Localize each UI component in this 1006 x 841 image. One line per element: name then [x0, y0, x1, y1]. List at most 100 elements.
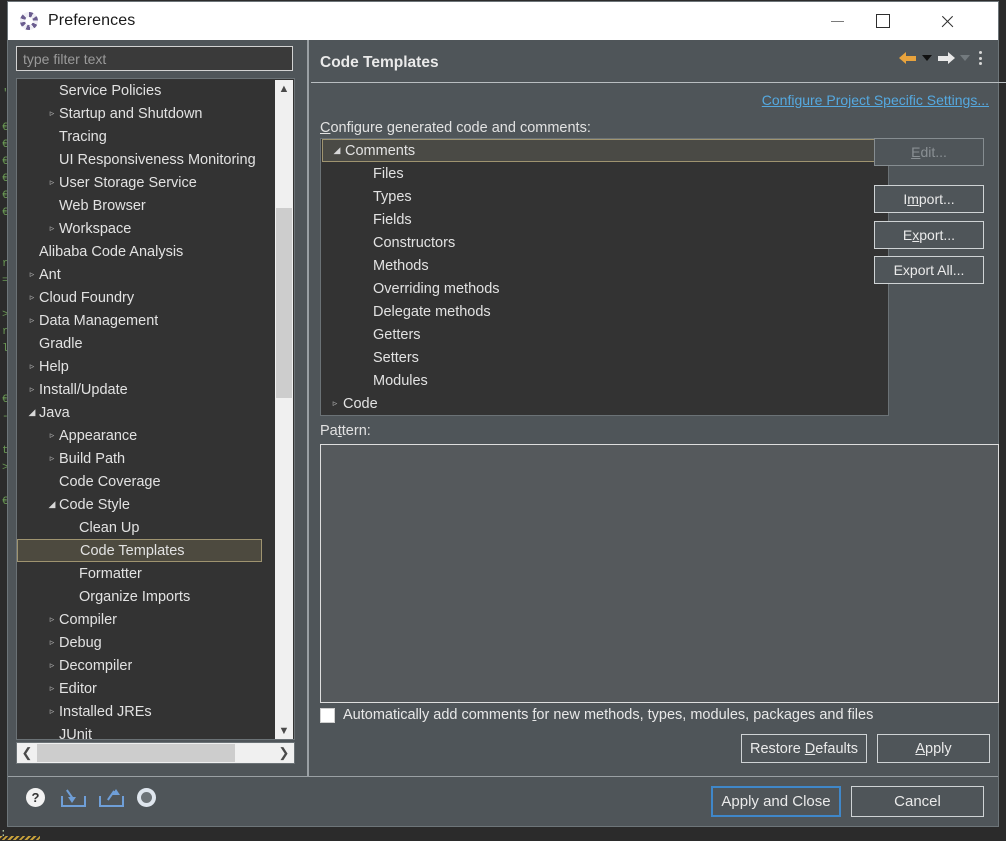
collapsed-arrow-icon[interactable]: ▹ — [25, 361, 39, 372]
template-row-modules[interactable]: Modules — [321, 369, 888, 392]
edit-button[interactable]: Edit... — [874, 138, 984, 166]
collapsed-arrow-icon[interactable]: ▹ — [25, 315, 39, 326]
import-button[interactable]: Import... — [874, 185, 984, 213]
expanded-arrow-icon[interactable]: ◢ — [329, 145, 345, 156]
collapsed-arrow-icon[interactable]: ▹ — [45, 223, 59, 234]
collapsed-arrow-icon[interactable]: ▹ — [25, 292, 39, 303]
sidebar-item-clean-up[interactable]: Clean Up — [17, 516, 262, 539]
template-row-types[interactable]: Types — [321, 185, 888, 208]
tree-scrollbar-thumb[interactable] — [276, 208, 292, 398]
filter-input[interactable]: type filter text — [16, 46, 293, 71]
template-row-setters[interactable]: Setters — [321, 346, 888, 369]
scroll-left-button[interactable]: ❮ — [17, 745, 37, 761]
template-row-code[interactable]: ▹ Code — [321, 392, 888, 415]
gear-icon[interactable] — [137, 788, 156, 807]
sidebar-item-java[interactable]: ◢ Java — [17, 401, 262, 424]
collapsed-arrow-icon[interactable]: ▹ — [45, 453, 59, 464]
sidebar-item-help[interactable]: ▹ Help — [17, 355, 262, 378]
close-button[interactable] — [924, 2, 970, 40]
back-arrow-icon[interactable] — [899, 50, 917, 66]
back-dropdown-icon[interactable] — [922, 55, 932, 61]
minimize-button[interactable] — [814, 2, 860, 40]
sidebar-item-tracing[interactable]: Tracing — [17, 125, 262, 148]
collapsed-arrow-icon[interactable]: ▹ — [45, 660, 59, 671]
export-button[interactable]: Export... — [874, 221, 984, 249]
sidebar-item-junit[interactable]: JUnit — [17, 723, 262, 740]
auto-comments-checkbox[interactable] — [320, 707, 335, 723]
scroll-right-button[interactable]: ❯ — [274, 745, 294, 761]
sidebar-item-label: Service Policies — [59, 82, 162, 99]
collapsed-arrow-icon[interactable]: ▹ — [45, 177, 59, 188]
export-all-button[interactable]: Export All... — [874, 256, 984, 284]
sidebar-item-cloud-foundry[interactable]: ▹ Cloud Foundry — [17, 286, 262, 309]
collapsed-arrow-icon[interactable]: ▹ — [25, 269, 39, 280]
sidebar-item-code-templates[interactable]: Code Templates — [17, 539, 262, 562]
sidebar-item-ui-responsiveness-monitoring[interactable]: UI Responsiveness Monitoring — [17, 148, 262, 171]
sidebar-item-ant[interactable]: ▹ Ant — [17, 263, 262, 286]
sidebar-item-data-management[interactable]: ▹ Data Management — [17, 309, 262, 332]
template-row-getters[interactable]: Getters — [321, 323, 888, 346]
collapsed-arrow-icon[interactable]: ▹ — [25, 384, 39, 395]
template-row-overriding-methods[interactable]: Overriding methods — [321, 277, 888, 300]
template-row-delegate-methods[interactable]: Delegate methods — [321, 300, 888, 323]
collapsed-arrow-icon[interactable]: ▹ — [45, 706, 59, 717]
sidebar-item-organize-imports[interactable]: Organize Imports — [17, 585, 262, 608]
sidebar-item-code-style[interactable]: ◢ Code Style — [17, 493, 262, 516]
template-row-fields[interactable]: Fields — [321, 208, 888, 231]
apply-and-close-button[interactable]: Apply and Close — [711, 786, 841, 817]
template-row-constructors[interactable]: Constructors — [321, 231, 888, 254]
sidebar-item-label: Data Management — [39, 312, 159, 329]
sidebar-item-compiler[interactable]: ▹ Compiler — [17, 608, 262, 631]
scroll-up-button[interactable]: ▲ — [275, 80, 293, 98]
forward-arrow-icon[interactable] — [937, 50, 955, 66]
sidebar-item-code-coverage[interactable]: Code Coverage — [17, 470, 262, 493]
sidebar-item-build-path[interactable]: ▹ Build Path — [17, 447, 262, 470]
view-menu-icon[interactable] — [979, 51, 982, 65]
sidebar-item-appearance[interactable]: ▹ Appearance — [17, 424, 262, 447]
sidebar-item-web-browser[interactable]: Web Browser — [17, 194, 262, 217]
sidebar-item-label: Debug — [59, 634, 102, 651]
template-row-files[interactable]: Files — [321, 162, 888, 185]
collapsed-arrow-icon[interactable]: ▹ — [45, 614, 59, 625]
sidebar-item-gradle[interactable]: Gradle — [17, 332, 262, 355]
sidebar-item-decompiler[interactable]: ▹ Decompiler — [17, 654, 262, 677]
scroll-down-button[interactable]: ▼ — [275, 722, 293, 739]
expanded-arrow-icon[interactable]: ◢ — [25, 407, 39, 418]
template-row-comments[interactable]: ◢ Comments — [322, 139, 887, 162]
pattern-textarea[interactable] — [320, 444, 999, 703]
export-preferences-icon[interactable] — [99, 788, 124, 807]
collapsed-arrow-icon[interactable]: ▹ — [45, 108, 59, 119]
collapsed-arrow-icon[interactable]: ▹ — [45, 430, 59, 441]
sidebar-item-user-storage-service[interactable]: ▹ User Storage Service — [17, 171, 262, 194]
maximize-button[interactable] — [860, 2, 906, 40]
template-row-methods[interactable]: Methods — [321, 254, 888, 277]
sidebar-item-startup-and-shutdown[interactable]: ▹ Startup and Shutdown — [17, 102, 262, 125]
apply-button[interactable]: Apply — [877, 734, 990, 763]
code-templates-list[interactable]: ◢ Comments Files Types Fields Constructors Met… — [320, 138, 889, 416]
tree-horizontal-scrollbar[interactable]: ❮ ❯ — [16, 742, 295, 764]
auto-comments-checkbox-row[interactable]: Automatically add comments for new metho… — [320, 707, 873, 723]
cancel-button[interactable]: Cancel — [851, 786, 984, 817]
tree-vertical-scrollbar[interactable]: ▲ ▼ — [275, 80, 293, 739]
sidebar-item-debug[interactable]: ▹ Debug — [17, 631, 262, 654]
help-icon[interactable]: ? — [26, 788, 45, 807]
sidebar-item-formatter[interactable]: Formatter — [17, 562, 262, 585]
sidebar-item-label: Web Browser — [59, 197, 146, 214]
sidebar-item-workspace[interactable]: ▹ Workspace — [17, 217, 262, 240]
configure-project-specific-settings-link[interactable]: Configure Project Specific Settings... — [762, 92, 989, 108]
sidebar-item-label: JUnit — [59, 726, 93, 740]
sidebar-item-installed-jres[interactable]: ▹ Installed JREs — [17, 700, 262, 723]
tree-hscrollbar-thumb[interactable] — [37, 744, 235, 762]
collapsed-arrow-icon[interactable]: ▹ — [45, 683, 59, 694]
sidebar-item-label: Install/Update — [39, 381, 128, 398]
restore-defaults-button[interactable]: Restore Defaults — [741, 734, 867, 763]
preferences-tree[interactable]: Service Policies ▹ Startup and Shutdown Tra… — [16, 78, 295, 740]
collapsed-arrow-icon[interactable]: ▹ — [45, 637, 59, 648]
sidebar-item-install-update[interactable]: ▹ Install/Update — [17, 378, 262, 401]
sidebar-item-alibaba-code-analysis[interactable]: Alibaba Code Analysis — [17, 240, 262, 263]
sidebar-item-editor[interactable]: ▹ Editor — [17, 677, 262, 700]
collapsed-arrow-icon[interactable]: ▹ — [327, 398, 343, 409]
import-preferences-icon[interactable] — [61, 788, 86, 807]
expanded-arrow-icon[interactable]: ◢ — [45, 499, 59, 510]
sidebar-item-service-policies[interactable]: Service Policies — [17, 79, 262, 102]
